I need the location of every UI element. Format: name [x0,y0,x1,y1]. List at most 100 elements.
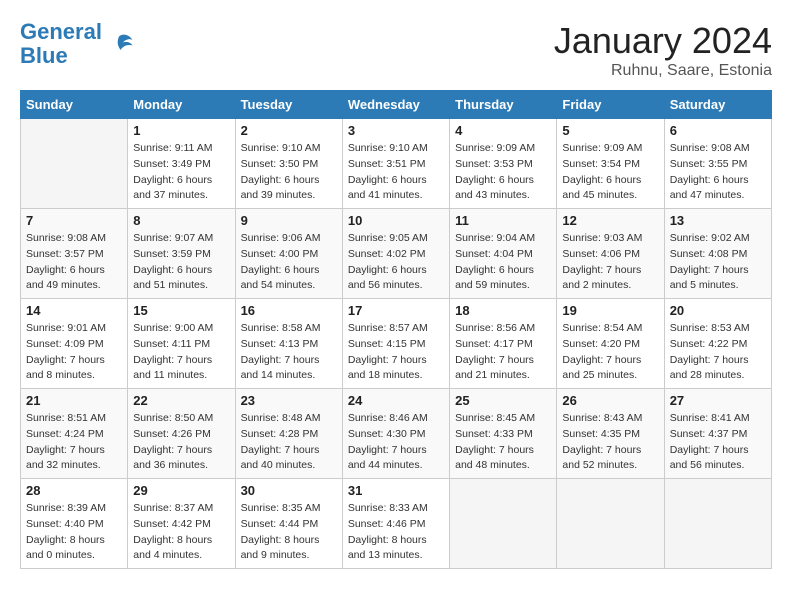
day-info: Sunrise: 8:43 AMSunset: 4:35 PMDaylight:… [562,411,658,474]
day-number: 11 [455,213,551,228]
day-number: 23 [241,393,337,408]
calendar-week-row: 1 Sunrise: 9:11 AMSunset: 3:49 PMDaylight… [21,119,772,209]
day-number: 26 [562,393,658,408]
weekday-header-thursday: Thursday [450,91,557,119]
day-info: Sunrise: 9:05 AMSunset: 4:02 PMDaylight:… [348,231,444,294]
day-info: Sunrise: 8:46 AMSunset: 4:30 PMDaylight:… [348,411,444,474]
day-info: Sunrise: 8:33 AMSunset: 4:46 PMDaylight:… [348,501,444,564]
calendar-day-cell: 20Sunrise: 8:53 AMSunset: 4:22 PMDayligh… [664,299,771,389]
day-number: 9 [241,213,337,228]
title-block: January 2024 Ruhnu, Saare, Estonia [554,20,772,80]
logo-bird-icon [104,29,134,59]
month-title: January 2024 [554,20,772,62]
weekday-header-friday: Friday [557,91,664,119]
day-info: Sunrise: 8:57 AMSunset: 4:15 PMDaylight:… [348,321,444,384]
weekday-header-tuesday: Tuesday [235,91,342,119]
location: Ruhnu, Saare, Estonia [554,62,772,80]
day-info: Sunrise: 8:41 AMSunset: 4:37 PMDaylight:… [670,411,766,474]
calendar-day-cell: 28 Sunrise: 8:39 AMSunset: 4:40 PMDayligh… [21,479,128,569]
calendar-day-cell: 25Sunrise: 8:45 AMSunset: 4:33 PMDayligh… [450,389,557,479]
calendar-day-cell: 7 Sunrise: 9:08 AMSunset: 3:57 PMDaylight… [21,209,128,299]
day-number: 24 [348,393,444,408]
day-number: 29 [133,483,229,498]
calendar-day-cell: 31 Sunrise: 8:33 AMSunset: 4:46 PMDayligh… [342,479,449,569]
day-number: 15 [133,303,229,318]
day-number: 28 [26,483,122,498]
calendar-day-cell: 1 Sunrise: 9:11 AMSunset: 3:49 PMDaylight… [128,119,235,209]
day-number: 5 [562,123,658,138]
page-header: General Blue January 2024 Ruhnu, Saare, … [20,20,772,80]
calendar-day-cell: 5 Sunrise: 9:09 AMSunset: 3:54 PMDaylight… [557,119,664,209]
calendar-day-cell: 16 Sunrise: 8:58 AMSunset: 4:13 PMDayligh… [235,299,342,389]
weekday-header-saturday: Saturday [664,91,771,119]
calendar-day-cell: 18 Sunrise: 8:56 AMSunset: 4:17 PMDayligh… [450,299,557,389]
logo: General Blue [20,20,134,68]
day-info: Sunrise: 8:53 AMSunset: 4:22 PMDaylight:… [670,321,766,384]
weekday-header-monday: Monday [128,91,235,119]
day-number: 27 [670,393,766,408]
calendar-day-cell: 14 Sunrise: 9:01 AMSunset: 4:09 PMDayligh… [21,299,128,389]
day-info: Sunrise: 9:04 AMSunset: 4:04 PMDaylight:… [455,231,551,294]
day-number: 22 [133,393,229,408]
day-number: 31 [348,483,444,498]
calendar-week-row: 7 Sunrise: 9:08 AMSunset: 3:57 PMDaylight… [21,209,772,299]
calendar-day-cell: 23 Sunrise: 8:48 AMSunset: 4:28 PMDayligh… [235,389,342,479]
day-info: Sunrise: 9:08 AMSunset: 3:57 PMDaylight:… [26,231,122,294]
day-info: Sunrise: 8:37 AMSunset: 4:42 PMDaylight:… [133,501,229,564]
day-info: Sunrise: 9:02 AMSunset: 4:08 PMDaylight:… [670,231,766,294]
calendar-day-cell: 26 Sunrise: 8:43 AMSunset: 4:35 PMDayligh… [557,389,664,479]
calendar-day-cell: 27 Sunrise: 8:41 AMSunset: 4:37 PMDayligh… [664,389,771,479]
calendar-day-cell [664,479,771,569]
day-number: 4 [455,123,551,138]
day-info: Sunrise: 8:56 AMSunset: 4:17 PMDaylight:… [455,321,551,384]
day-number: 12 [562,213,658,228]
day-number: 19 [562,303,658,318]
calendar-day-cell: 4 Sunrise: 9:09 AMSunset: 3:53 PMDaylight… [450,119,557,209]
calendar-day-cell: 2Sunrise: 9:10 AMSunset: 3:50 PMDaylight… [235,119,342,209]
calendar-day-cell [450,479,557,569]
day-info: Sunrise: 8:45 AMSunset: 4:33 PMDaylight:… [455,411,551,474]
day-info: Sunrise: 9:09 AMSunset: 3:53 PMDaylight:… [455,141,551,204]
calendar-day-cell: 9 Sunrise: 9:06 AMSunset: 4:00 PMDaylight… [235,209,342,299]
day-number: 16 [241,303,337,318]
weekday-header-wednesday: Wednesday [342,91,449,119]
calendar-header-row: SundayMondayTuesdayWednesdayThursdayFrid… [21,91,772,119]
day-number: 14 [26,303,122,318]
weekday-header-sunday: Sunday [21,91,128,119]
calendar-day-cell [557,479,664,569]
day-info: Sunrise: 8:48 AMSunset: 4:28 PMDaylight:… [241,411,337,474]
calendar-week-row: 21Sunrise: 8:51 AMSunset: 4:24 PMDayligh… [21,389,772,479]
day-info: Sunrise: 8:39 AMSunset: 4:40 PMDaylight:… [26,501,122,564]
calendar-day-cell: 10 Sunrise: 9:05 AMSunset: 4:02 PMDayligh… [342,209,449,299]
day-number: 2 [241,123,337,138]
day-info: Sunrise: 9:06 AMSunset: 4:00 PMDaylight:… [241,231,337,294]
calendar-week-row: 14 Sunrise: 9:01 AMSunset: 4:09 PMDayligh… [21,299,772,389]
day-number: 21 [26,393,122,408]
day-info: Sunrise: 9:08 AMSunset: 3:55 PMDaylight:… [670,141,766,204]
day-info: Sunrise: 9:11 AMSunset: 3:49 PMDaylight:… [133,141,229,204]
calendar-day-cell: 15Sunrise: 9:00 AMSunset: 4:11 PMDayligh… [128,299,235,389]
day-number: 17 [348,303,444,318]
calendar-day-cell: 19Sunrise: 8:54 AMSunset: 4:20 PMDayligh… [557,299,664,389]
day-number: 8 [133,213,229,228]
day-info: Sunrise: 9:10 AMSunset: 3:51 PMDaylight:… [348,141,444,204]
calendar-day-cell: 29 Sunrise: 8:37 AMSunset: 4:42 PMDayligh… [128,479,235,569]
day-number: 10 [348,213,444,228]
calendar-week-row: 28 Sunrise: 8:39 AMSunset: 4:40 PMDayligh… [21,479,772,569]
day-info: Sunrise: 9:09 AMSunset: 3:54 PMDaylight:… [562,141,658,204]
logo-text: General Blue [20,20,102,68]
calendar-day-cell: 21Sunrise: 8:51 AMSunset: 4:24 PMDayligh… [21,389,128,479]
day-number: 13 [670,213,766,228]
day-number: 30 [241,483,337,498]
day-number: 7 [26,213,122,228]
day-info: Sunrise: 8:58 AMSunset: 4:13 PMDaylight:… [241,321,337,384]
day-info: Sunrise: 9:01 AMSunset: 4:09 PMDaylight:… [26,321,122,384]
calendar-day-cell: 30 Sunrise: 8:35 AMSunset: 4:44 PMDayligh… [235,479,342,569]
calendar-day-cell: 6Sunrise: 9:08 AMSunset: 3:55 PMDaylight… [664,119,771,209]
day-number: 18 [455,303,551,318]
calendar-body: 1 Sunrise: 9:11 AMSunset: 3:49 PMDaylight… [21,119,772,569]
day-number: 1 [133,123,229,138]
calendar-day-cell: 11 Sunrise: 9:04 AMSunset: 4:04 PMDayligh… [450,209,557,299]
day-info: Sunrise: 8:35 AMSunset: 4:44 PMDaylight:… [241,501,337,564]
day-info: Sunrise: 9:07 AMSunset: 3:59 PMDaylight:… [133,231,229,294]
